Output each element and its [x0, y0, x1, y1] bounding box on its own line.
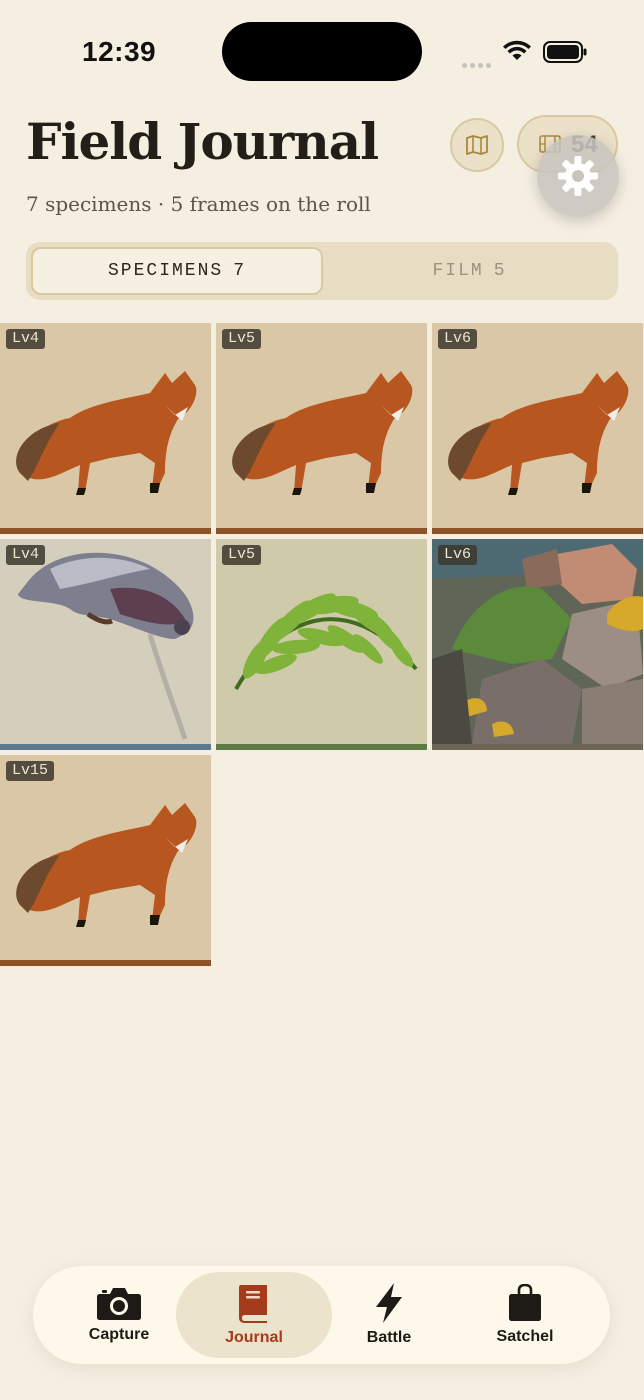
rarity-strip [432, 744, 643, 750]
level-badge: Lv15 [6, 761, 55, 781]
specimen-card[interactable]: Lv4 [0, 323, 211, 534]
level-badge: Lv4 [6, 329, 46, 349]
tab-satchel-label: Satchel [496, 1328, 554, 1345]
rarity-strip [432, 528, 643, 534]
camera-icon [97, 1288, 141, 1320]
tab-capture[interactable]: Capture [41, 1272, 197, 1358]
tab-capture-label: Capture [88, 1326, 150, 1343]
pigeon-image [18, 552, 194, 740]
page-title: Field Journal [26, 112, 379, 171]
rarity-strip [0, 960, 211, 966]
map-button[interactable] [450, 118, 504, 172]
tab-battle-label: Battle [366, 1329, 412, 1346]
tab-battle[interactable]: Battle [311, 1272, 467, 1358]
rarity-strip [0, 528, 211, 534]
tab-film[interactable]: FILM 5 [326, 247, 613, 295]
book-icon [239, 1285, 267, 1323]
rarity-strip [0, 744, 211, 750]
specimen-card[interactable]: Lv6 [432, 539, 643, 750]
tab-journal-label: Journal [225, 1329, 283, 1346]
map-icon [466, 135, 488, 155]
specimen-card[interactable]: Lv5 [216, 539, 427, 750]
fox-image [16, 803, 197, 927]
bottom-tab-bar: Capture Journal Battle Satchel [33, 1266, 610, 1364]
level-badge: Lv5 [222, 545, 262, 565]
tab-film-label: FILM [432, 261, 484, 281]
fox-image [16, 371, 197, 495]
settings-button[interactable] [537, 135, 619, 217]
specimen-card[interactable]: Lv4 [0, 539, 211, 750]
status-bar: 12:39 [0, 0, 644, 100]
rarity-strip [216, 528, 427, 534]
tab-specimens[interactable]: SPECIMENS 7 [31, 247, 323, 295]
dynamic-island [222, 22, 422, 81]
cellular-signal-icon [462, 55, 494, 68]
tab-specimens-label: SPECIMENS [107, 261, 224, 281]
bag-icon [509, 1284, 541, 1321]
level-badge: Lv5 [222, 329, 262, 349]
fern-image [234, 593, 418, 690]
journal-summary: 7 specimens · 5 frames on the roll [26, 192, 371, 216]
tab-journal[interactable]: Journal [176, 1272, 332, 1358]
level-badge: Lv4 [6, 545, 46, 565]
specimen-card[interactable]: Lv5 [216, 323, 427, 534]
level-badge: Lv6 [438, 545, 478, 565]
rarity-strip [216, 744, 427, 750]
fox-image [448, 371, 629, 495]
tab-film-count: 5 [493, 261, 507, 281]
wifi-icon [503, 40, 531, 60]
fox-image [232, 371, 413, 495]
specimen-card[interactable]: Lv15 [0, 755, 211, 966]
gear-icon [558, 156, 598, 196]
level-badge: Lv6 [438, 329, 478, 349]
tab-satchel[interactable]: Satchel [447, 1272, 603, 1358]
battery-icon [543, 41, 587, 63]
rocks-image [432, 539, 643, 744]
lightning-icon [376, 1283, 402, 1323]
status-time: 12:39 [82, 36, 157, 67]
tab-specimens-count: 7 [233, 261, 247, 281]
journal-segmented-control: SPECIMENS 7 FILM 5 [26, 242, 618, 300]
specimen-card[interactable]: Lv6 [432, 323, 643, 534]
